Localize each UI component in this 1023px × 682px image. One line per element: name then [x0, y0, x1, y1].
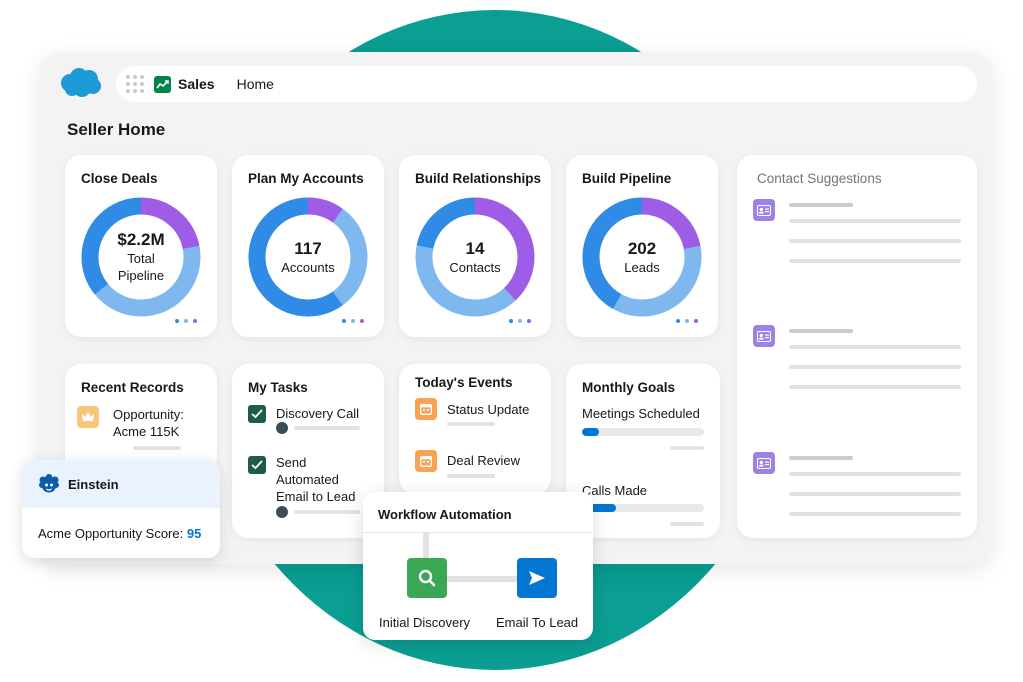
card-title: Monthly Goals	[582, 380, 675, 395]
placeholder-line	[294, 426, 360, 430]
task-checkbox[interactable]	[248, 405, 266, 423]
divider	[363, 532, 593, 533]
metric-label: Leads	[624, 259, 659, 276]
placeholder-line	[670, 522, 704, 526]
card-title: Workflow Automation	[378, 507, 512, 522]
contact-card-icon	[753, 199, 775, 221]
card-title: Build Relationships	[415, 171, 541, 186]
task-checkbox[interactable]	[248, 456, 266, 474]
metric-card-build-pipeline[interactable]: Build Pipeline 202 Leads	[566, 155, 718, 337]
card-title: Today's Events	[415, 375, 513, 390]
task-label[interactable]: Discovery Call	[276, 405, 359, 422]
donut-center-text: 202 Leads	[580, 195, 704, 319]
card-title: My Tasks	[248, 380, 308, 395]
goal-label: Calls Made	[582, 482, 647, 499]
app-name[interactable]: Sales	[178, 76, 215, 92]
goal-label: Meetings Scheduled	[582, 405, 700, 422]
contact-card-icon	[753, 325, 775, 347]
connector-line	[423, 532, 429, 558]
task-label-line: Automated	[276, 471, 356, 488]
workflow-step-label: Email To Lead	[496, 615, 578, 630]
search-icon[interactable]	[407, 558, 447, 598]
card-title: Plan My Accounts	[248, 171, 364, 186]
placeholder-line	[447, 474, 495, 478]
recent-records-card: Recent Records Opportunity: Acme 115K	[65, 364, 217, 474]
page-title: Seller Home	[67, 120, 165, 140]
goal-progress-bar	[582, 504, 704, 512]
avatar	[276, 422, 288, 434]
metric-value: 202	[628, 239, 656, 259]
task-label-line: Email to Lead	[276, 488, 356, 505]
calendar-icon	[415, 398, 437, 420]
card-title: Build Pipeline	[582, 171, 671, 186]
contact-suggestion-item[interactable]	[753, 452, 963, 532]
pagination-dots[interactable]	[175, 319, 197, 323]
einstein-score-card[interactable]: Einstein Acme Opportunity Score: 95	[22, 460, 220, 558]
metric-label: Pipeline	[118, 267, 164, 284]
donut-center-text: 117 Accounts	[246, 195, 370, 319]
task-label-line: Send	[276, 454, 356, 471]
donut-center-text: 14 Contacts	[413, 195, 537, 319]
sales-app-icon	[154, 76, 171, 93]
metric-label: Total	[127, 250, 154, 267]
einstein-header: Einstein	[22, 460, 220, 508]
score-value: 95	[187, 526, 201, 541]
goal-progress-fill	[582, 428, 599, 436]
card-title: Close Deals	[81, 171, 158, 186]
contact-suggestion-item[interactable]	[753, 325, 963, 405]
cloud-logo-icon	[58, 66, 102, 100]
avatar	[276, 506, 288, 518]
contact-suggestion-item[interactable]	[753, 199, 963, 279]
app-launcher-icon[interactable]	[126, 75, 144, 93]
score-label: Acme Opportunity Score:	[38, 526, 183, 541]
workflow-step-label: Initial Discovery	[379, 615, 470, 630]
pagination-dots[interactable]	[509, 319, 531, 323]
task-label[interactable]: Send Automated Email to Lead	[276, 454, 356, 505]
event-title[interactable]: Status Update	[447, 401, 529, 418]
card-title: Contact Suggestions	[757, 171, 882, 186]
send-icon[interactable]	[517, 558, 557, 598]
workflow-automation-card[interactable]: Workflow Automation Initial Discovery Em…	[363, 492, 593, 640]
record-name: Acme 115K	[113, 423, 184, 440]
opportunity-score: Acme Opportunity Score: 95	[38, 526, 201, 541]
metric-value: $2.2M	[117, 230, 164, 250]
calendar-icon	[415, 450, 437, 472]
nav-item-home[interactable]: Home	[237, 76, 274, 92]
pagination-dots[interactable]	[676, 319, 698, 323]
metric-value: 117	[294, 239, 321, 259]
pagination-dots[interactable]	[342, 319, 364, 323]
placeholder-line	[447, 422, 495, 426]
placeholder-line	[133, 446, 181, 450]
metric-card-plan-my-accounts[interactable]: Plan My Accounts 117 Accounts	[232, 155, 384, 337]
my-tasks-card: My Tasks Discovery Call Send Automated E…	[232, 364, 384, 538]
goal-progress-bar	[582, 428, 704, 436]
metric-label: Contacts	[449, 259, 500, 276]
record-item[interactable]: Opportunity: Acme 115K	[113, 406, 184, 440]
metric-value: 14	[466, 239, 485, 259]
metric-card-close-deals[interactable]: Close Deals $2.2M Total Pipeline	[65, 155, 217, 337]
contact-card-icon	[753, 452, 775, 474]
connector-line	[447, 576, 517, 582]
event-title[interactable]: Deal Review	[447, 452, 520, 469]
card-title: Recent Records	[81, 380, 184, 395]
donut-center-text: $2.2M Total Pipeline	[79, 195, 203, 319]
global-nav-bar: Sales Home	[116, 66, 977, 102]
contact-suggestions-card: Contact Suggestions	[737, 155, 977, 538]
todays-events-card: Today's Events Status Update Deal Review	[399, 364, 551, 494]
metric-label: Accounts	[281, 259, 334, 276]
einstein-title: Einstein	[68, 477, 119, 492]
record-type: Opportunity:	[113, 406, 184, 423]
crown-icon	[77, 406, 99, 428]
einstein-icon	[38, 474, 60, 494]
placeholder-line	[294, 510, 360, 514]
placeholder-line	[670, 446, 704, 450]
metric-card-build-relationships[interactable]: Build Relationships 14 Contacts	[399, 155, 551, 337]
